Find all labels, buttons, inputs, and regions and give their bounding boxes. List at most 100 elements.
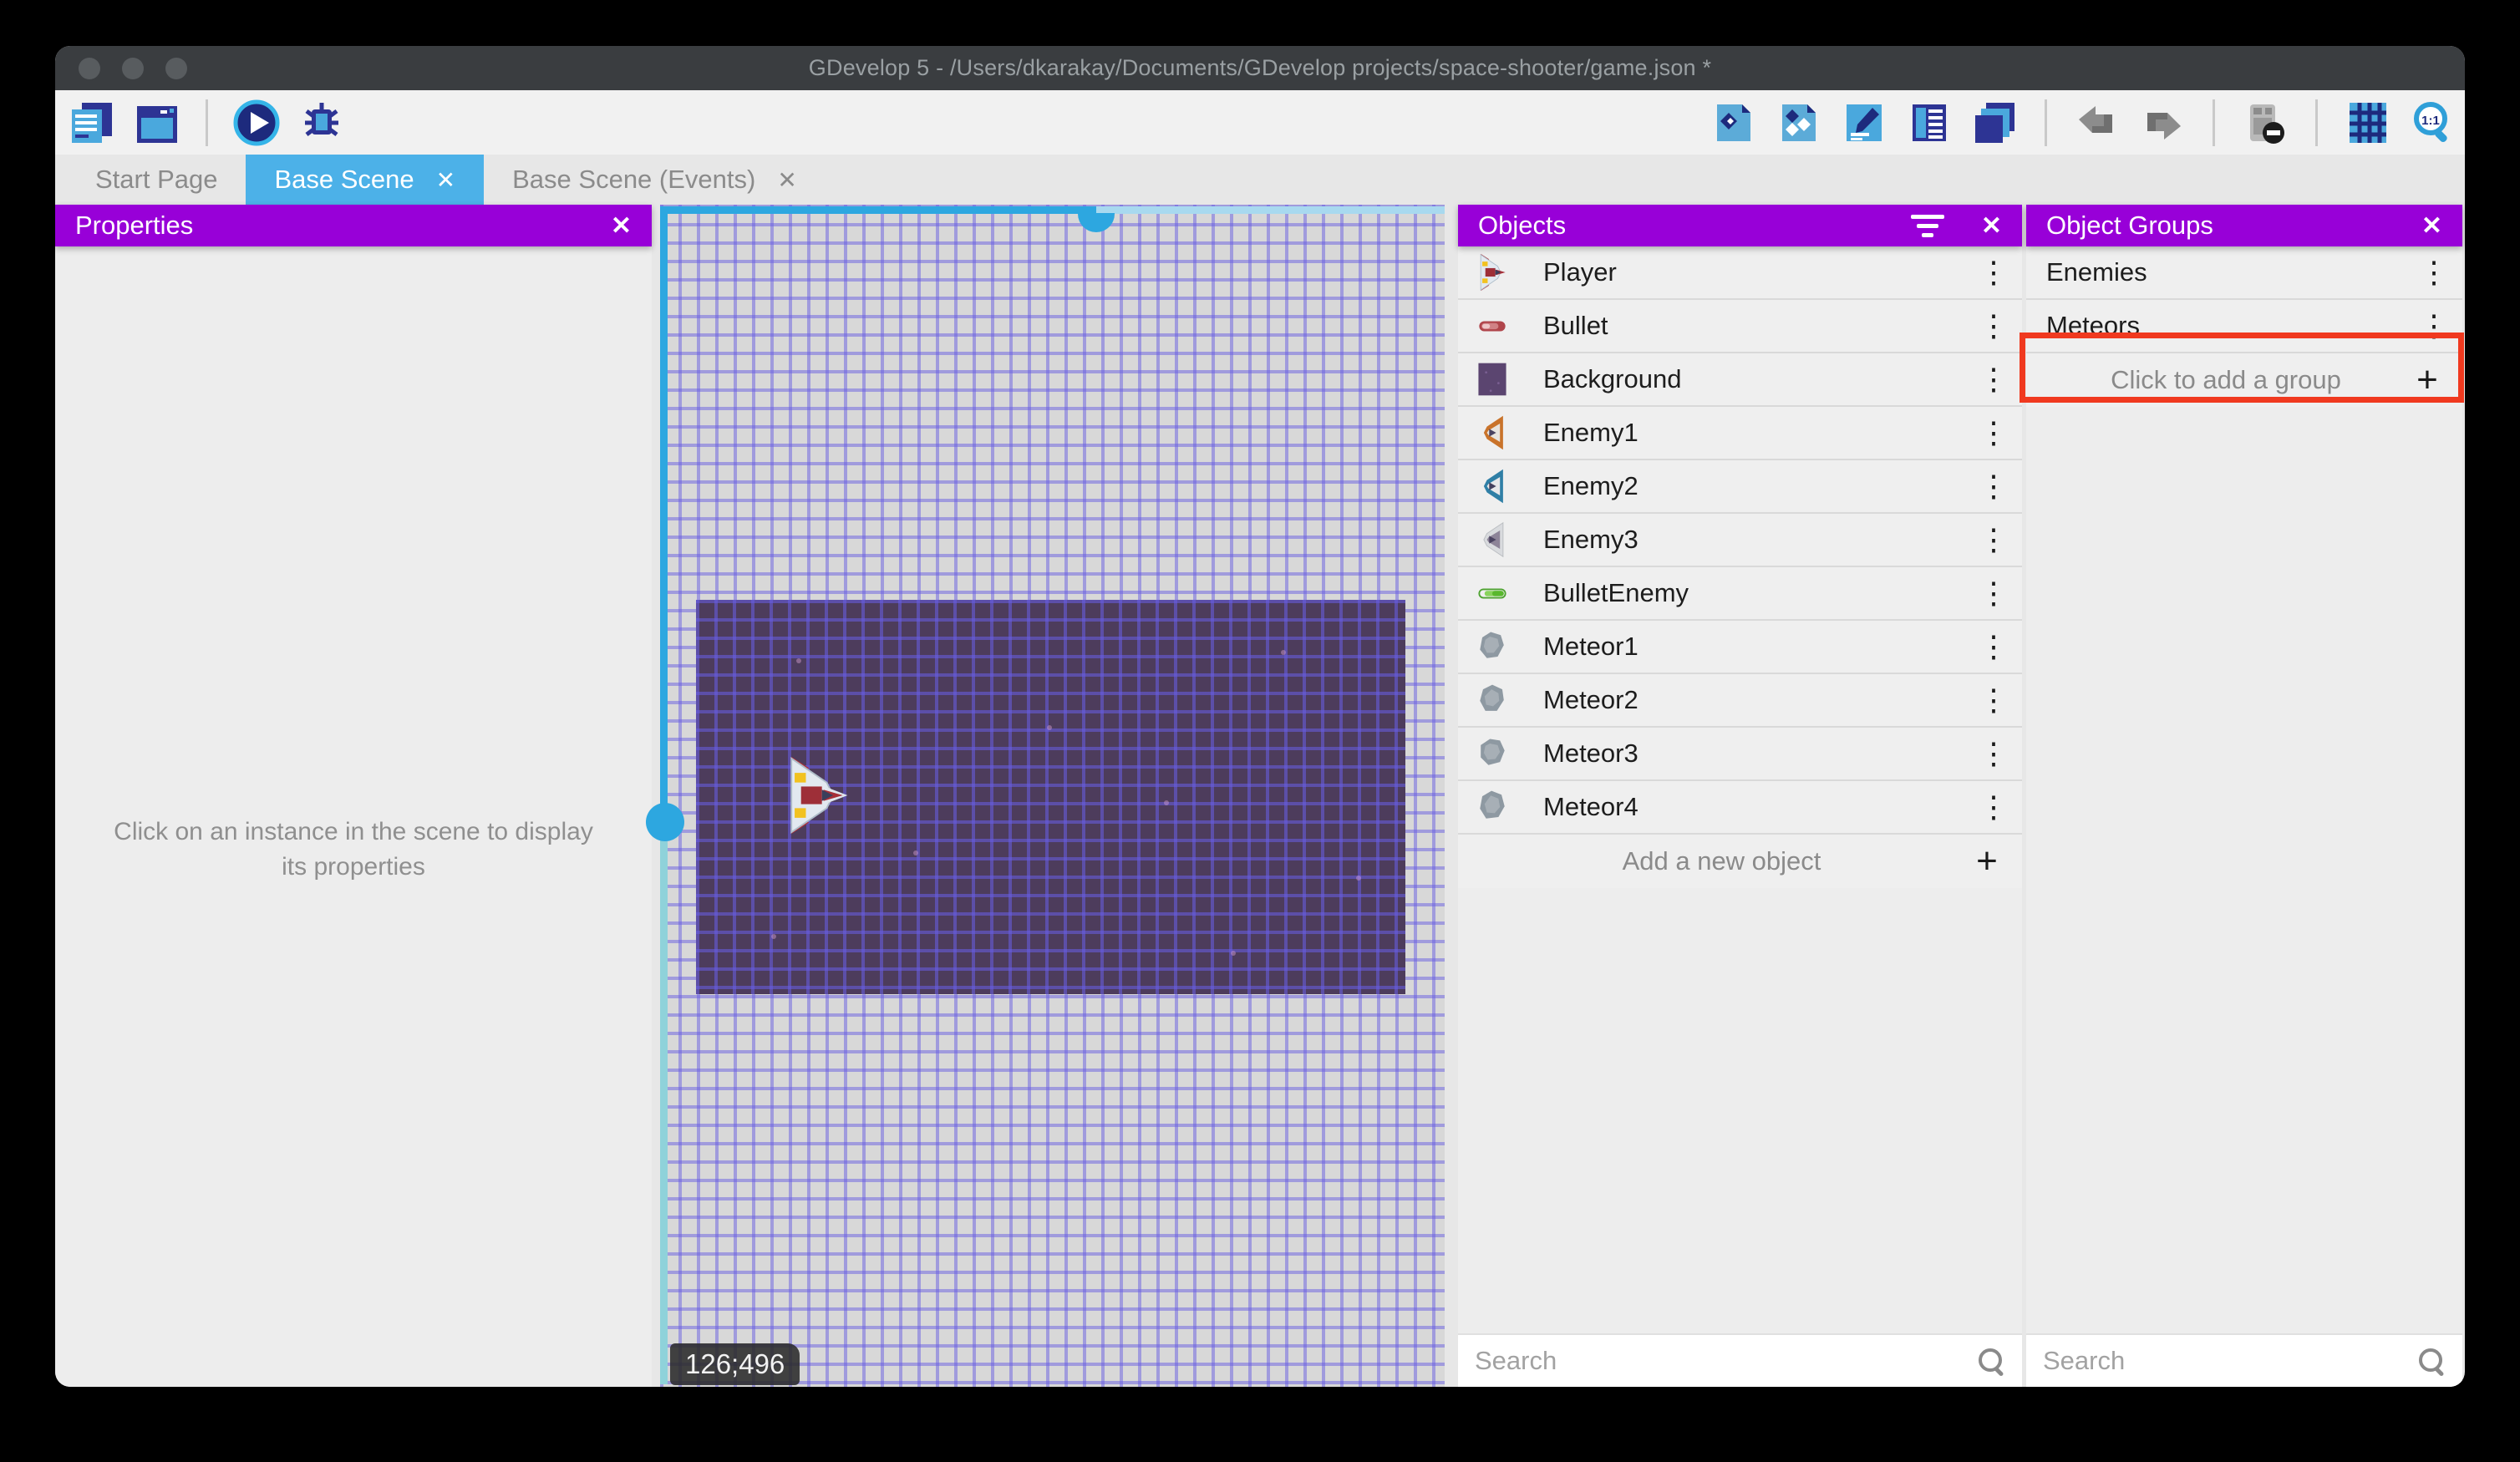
selection-edge-left xyxy=(660,206,668,1384)
bulletenemy-object-icon xyxy=(1473,574,1511,612)
object-row-enemy2[interactable]: Enemy2 ⋮ xyxy=(1458,460,2022,514)
traffic-lights[interactable] xyxy=(79,58,187,79)
meteor3-object-icon xyxy=(1473,734,1511,773)
object-row-meteor2[interactable]: Meteor2 ⋮ xyxy=(1458,674,2022,728)
group-menu-icon[interactable]: ⋮ xyxy=(2417,255,2451,290)
object-row-meteor3[interactable]: Meteor3 ⋮ xyxy=(1458,728,2022,781)
main-toolbar: 1:1 xyxy=(55,90,2465,155)
window-title: GDevelop 5 - /Users/dkarakay/Documents/G… xyxy=(808,55,1712,80)
object-row-bulletenemy[interactable]: BulletEnemy ⋮ xyxy=(1458,567,2022,621)
close-window-button[interactable] xyxy=(79,58,100,79)
project-manager-icon[interactable] xyxy=(69,99,115,146)
close-panel-icon[interactable]: ✕ xyxy=(2421,211,2442,241)
objects-search-input[interactable] xyxy=(1475,1346,1977,1376)
object-row-enemy3[interactable]: Enemy3 ⋮ xyxy=(1458,514,2022,567)
search-icon xyxy=(1977,1347,2005,1375)
toolbar-separator xyxy=(206,99,208,146)
filter-icon[interactable] xyxy=(1910,214,1944,237)
object-menu-icon[interactable]: ⋮ xyxy=(1977,255,2010,290)
layers-editor-icon[interactable] xyxy=(1973,101,2016,145)
object-menu-icon[interactable]: ⋮ xyxy=(1977,629,2010,664)
object-groups-panel: Object Groups ✕ Enemies ⋮ Meteors ⋮ Clic… xyxy=(2020,205,2464,1387)
toolbar-separator xyxy=(2045,99,2047,146)
svg-text:1:1: 1:1 xyxy=(2421,114,2440,128)
object-menu-icon[interactable]: ⋮ xyxy=(1977,522,2010,557)
object-menu-icon[interactable]: ⋮ xyxy=(1977,469,2010,504)
minimize-window-button[interactable] xyxy=(122,58,144,79)
object-menu-icon[interactable]: ⋮ xyxy=(1977,362,2010,397)
object-menu-icon[interactable]: ⋮ xyxy=(1977,576,2010,611)
preview-window-icon[interactable] xyxy=(134,99,180,146)
object-menu-icon[interactable]: ⋮ xyxy=(1977,736,2010,771)
object-row-enemy1[interactable]: Enemy1 ⋮ xyxy=(1458,407,2022,460)
selection-handle-left[interactable] xyxy=(646,803,684,841)
player-ship-instance[interactable] xyxy=(783,755,848,835)
delete-instances-icon[interactable] xyxy=(2243,101,2287,145)
add-object-plus-icon[interactable]: + xyxy=(1969,840,2005,882)
debug-icon[interactable] xyxy=(298,99,345,146)
tab-base-scene-events[interactable]: Base Scene (Events) ✕ xyxy=(484,155,826,205)
enemy3-object-icon xyxy=(1473,520,1511,559)
objects-panel-header: Objects ✕ xyxy=(1458,205,2022,246)
meteor2-object-icon xyxy=(1473,681,1511,719)
instances-list-icon[interactable] xyxy=(1908,101,1951,145)
object-menu-icon[interactable]: ⋮ xyxy=(1977,789,2010,825)
object-groups-panel-header: Object Groups ✕ xyxy=(2026,205,2462,246)
toolbar-separator xyxy=(2213,99,2215,146)
object-row-background[interactable]: Background ⋮ xyxy=(1458,353,2022,407)
object-row-player[interactable]: Player ⋮ xyxy=(1458,246,2022,300)
bullet-object-icon xyxy=(1473,307,1511,345)
object-row-bullet[interactable]: Bullet ⋮ xyxy=(1458,300,2022,353)
gdevelop-window: GDevelop 5 - /Users/dkarakay/Documents/G… xyxy=(55,46,2465,1387)
add-group-plus-icon[interactable]: + xyxy=(2409,359,2446,401)
undo-icon[interactable] xyxy=(2075,101,2119,145)
properties-editor-icon[interactable] xyxy=(1842,101,1886,145)
properties-panel-title: Properties xyxy=(75,211,194,240)
tab-base-scene[interactable]: Base Scene ✕ xyxy=(246,155,485,205)
play-preview-icon[interactable] xyxy=(233,99,280,146)
tab-start-page[interactable]: Start Page xyxy=(67,155,246,205)
add-object-row[interactable]: Add a new object + xyxy=(1458,835,2022,888)
object-groups-panel-title: Object Groups xyxy=(2046,211,2213,240)
selection-handle-top[interactable] xyxy=(1078,213,1115,232)
titlebar: GDevelop 5 - /Users/dkarakay/Documents/G… xyxy=(55,46,2465,90)
properties-panel: Properties ✕ Click on an instance in the… xyxy=(55,205,652,1387)
redo-icon[interactable] xyxy=(2141,101,2184,145)
properties-panel-header: Properties ✕ xyxy=(55,205,652,246)
close-panel-icon[interactable]: ✕ xyxy=(1981,211,2002,241)
group-row-meteors[interactable]: Meteors ⋮ xyxy=(2026,300,2462,353)
object-row-meteor4[interactable]: Meteor4 ⋮ xyxy=(1458,781,2022,835)
add-group-label: Click to add a group xyxy=(2111,365,2341,394)
meteor1-object-icon xyxy=(1473,627,1511,666)
player-object-icon xyxy=(1473,253,1511,292)
object-groups-editor-icon[interactable] xyxy=(1777,101,1821,145)
search-icon xyxy=(2417,1347,2446,1375)
add-group-row[interactable]: Click to add a group + xyxy=(2026,353,2462,407)
properties-empty-message: Click on an instance in the scene to dis… xyxy=(114,818,593,881)
background-object-icon xyxy=(1473,360,1511,398)
objects-search xyxy=(1458,1333,2022,1387)
object-menu-icon[interactable]: ⋮ xyxy=(1977,683,2010,718)
objects-panel-title: Objects xyxy=(1478,211,1567,240)
desktop-background: GDevelop 5 - /Users/dkarakay/Documents/G… xyxy=(0,0,2520,1462)
selection-edge-top xyxy=(660,206,1445,214)
groups-search xyxy=(2026,1333,2462,1387)
toggle-grid-icon[interactable] xyxy=(2346,101,2390,145)
enemy2-object-icon xyxy=(1473,467,1511,505)
objects-panel: Objects ✕ Player ⋮ Bullet ⋮ Background ⋮… xyxy=(1458,205,2022,1387)
editor-tabbar: Start Page Base Scene ✕ Base Scene (Even… xyxy=(55,155,2465,205)
group-menu-icon[interactable]: ⋮ xyxy=(2417,308,2451,343)
object-menu-icon[interactable]: ⋮ xyxy=(1977,308,2010,343)
objects-editor-icon[interactable] xyxy=(1712,101,1755,145)
object-menu-icon[interactable]: ⋮ xyxy=(1977,415,2010,450)
add-object-label: Add a new object xyxy=(1622,846,1821,876)
close-tab-icon[interactable]: ✕ xyxy=(436,166,455,194)
close-panel-icon[interactable]: ✕ xyxy=(611,211,632,241)
object-row-meteor1[interactable]: Meteor1 ⋮ xyxy=(1458,621,2022,674)
groups-search-input[interactable] xyxy=(2043,1346,2417,1376)
zoom-window-button[interactable] xyxy=(165,58,187,79)
group-row-enemies[interactable]: Enemies ⋮ xyxy=(2026,246,2462,300)
scene-editor-canvas[interactable]: 126;496 xyxy=(646,205,1445,1387)
close-tab-icon[interactable]: ✕ xyxy=(777,166,796,194)
zoom-1-1-icon[interactable]: 1:1 xyxy=(2411,101,2455,145)
